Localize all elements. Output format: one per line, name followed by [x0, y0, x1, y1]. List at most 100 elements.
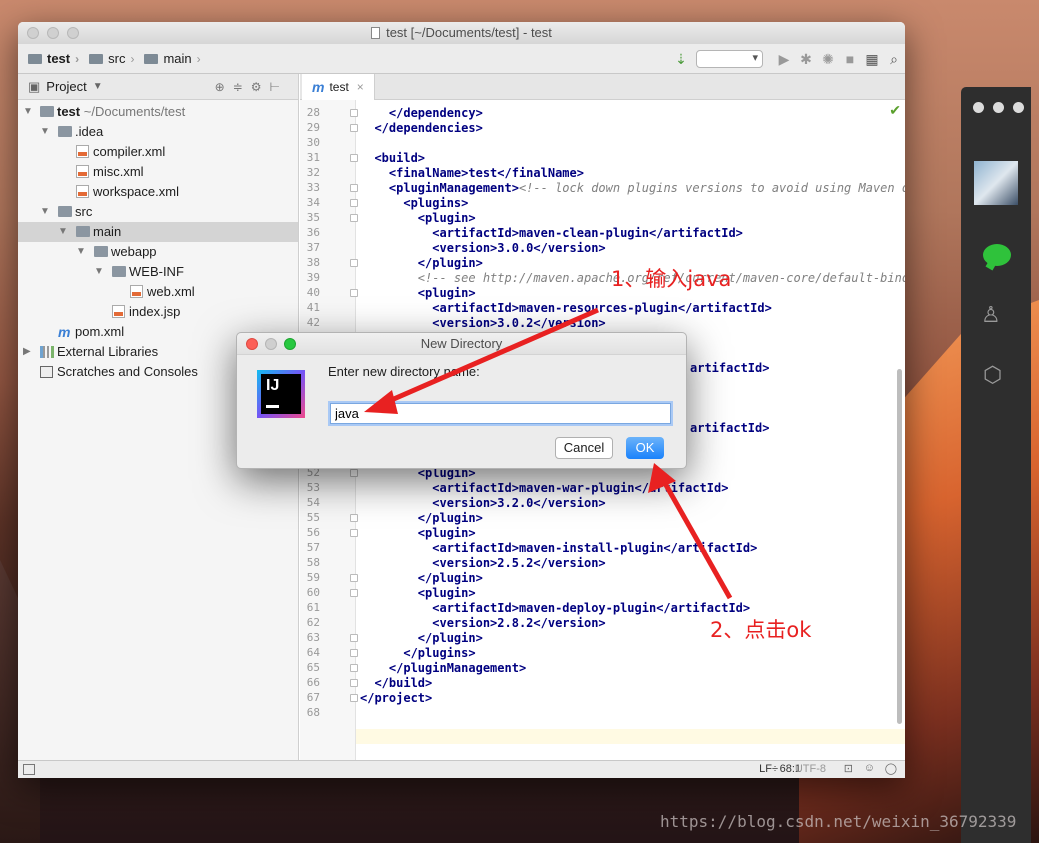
- dialog-zoom-button[interactable]: [284, 338, 296, 350]
- tree-item-web-inf[interactable]: ▼ WEB-INF: [18, 262, 298, 282]
- fold-marker-icon[interactable]: [350, 649, 358, 657]
- maven-icon: m: [58, 324, 71, 340]
- event-log-icon[interactable]: ◯: [885, 762, 897, 775]
- line-number: 33: [306, 181, 320, 194]
- tree-item-label: compiler.xml: [93, 144, 166, 159]
- tree-item-index-jsp[interactable]: index.jsp: [18, 302, 298, 322]
- favorites-icon[interactable]: ⬡: [983, 362, 1002, 388]
- tree-item-misc-xml[interactable]: misc.xml: [18, 162, 298, 182]
- chevron-right-icon[interactable]: ▶: [23, 342, 31, 362]
- cancel-button[interactable]: Cancel: [555, 437, 613, 459]
- tree-item-test[interactable]: ▼ test ~/Documents/test: [18, 102, 298, 122]
- fold-marker-icon[interactable]: [350, 214, 358, 222]
- lock-icon[interactable]: ⊡: [844, 762, 853, 775]
- editor-tab-bar: m test ×: [300, 74, 905, 100]
- fold-marker-icon[interactable]: [350, 259, 358, 267]
- fold-marker-icon[interactable]: [350, 679, 358, 687]
- tree-item-idea[interactable]: ▼ .idea: [18, 122, 298, 142]
- breadcrumb-test[interactable]: test ›: [28, 51, 79, 66]
- tab-label: test: [329, 80, 349, 94]
- code-line: </dependency>: [360, 106, 483, 120]
- fold-marker-icon[interactable]: [350, 124, 358, 132]
- close-icon[interactable]: ×: [357, 80, 364, 94]
- fold-marker-icon[interactable]: [350, 469, 358, 477]
- debug-icon[interactable]: ✱: [795, 51, 817, 68]
- code-line: </plugins>: [360, 646, 476, 660]
- chevron-down-icon[interactable]: ▼: [58, 222, 68, 242]
- directory-name-input[interactable]: [330, 403, 671, 424]
- run-icon[interactable]: ▶: [773, 51, 795, 68]
- project-view-icon: ▣: [28, 78, 41, 94]
- minimize-window-button[interactable]: [47, 27, 59, 39]
- close-window-button[interactable]: [27, 27, 39, 39]
- code-tag: <pluginManagement>: [360, 181, 519, 195]
- fold-marker-icon[interactable]: [350, 574, 358, 582]
- tool-windows-icon[interactable]: [23, 764, 35, 775]
- navigation-bar: test› src› main› ⇣ ▶ ✱ ✺ ■ ▦ ⌕: [18, 44, 905, 74]
- line-number: 41: [306, 301, 320, 314]
- xml-file-icon: [130, 285, 143, 298]
- avatar[interactable]: [974, 161, 1018, 205]
- run-configuration-select[interactable]: [696, 50, 763, 68]
- tree-item-main[interactable]: ▼ main: [18, 222, 298, 242]
- code-comment: <!-- lock down plugins versions to avoid…: [518, 181, 905, 195]
- fold-marker-icon[interactable]: [350, 154, 358, 162]
- chevron-down-icon[interactable]: ▼: [23, 102, 33, 122]
- fold-marker-icon[interactable]: [350, 529, 358, 537]
- ok-button[interactable]: OK: [626, 437, 664, 459]
- logo-text: IJ: [261, 374, 301, 414]
- fold-marker-icon[interactable]: [350, 634, 358, 642]
- editor-scrollbar[interactable]: [897, 369, 902, 724]
- inspector-icon[interactable]: ☺: [864, 762, 875, 774]
- chevron-down-icon[interactable]: ▼: [94, 262, 104, 282]
- project-panel-title[interactable]: Project: [46, 79, 86, 94]
- stop-icon[interactable]: ■: [839, 51, 861, 67]
- code-line: <plugin>: [360, 211, 476, 225]
- folder-icon: [28, 53, 42, 64]
- fold-marker-icon[interactable]: [350, 694, 358, 702]
- dialog-minimize-button: [265, 338, 277, 350]
- fold-marker-icon[interactable]: [350, 589, 358, 597]
- fold-marker-icon[interactable]: [350, 664, 358, 672]
- dialog-title: New Directory: [420, 336, 503, 351]
- tree-item-webapp[interactable]: ▼ webapp: [18, 242, 298, 262]
- tree-item-workspace-xml[interactable]: workspace.xml: [18, 182, 298, 202]
- tab-pom-xml[interactable]: m test ×: [302, 74, 375, 100]
- panel-actions[interactable]: ⊕≑⚙⊢: [215, 80, 288, 94]
- code-line: </plugin>: [360, 571, 483, 585]
- zoom-window-button[interactable]: [67, 27, 79, 39]
- code-line: artifactId>: [690, 421, 770, 435]
- code-line: </plugin>: [360, 256, 483, 270]
- chevron-right-icon: ›: [196, 51, 201, 66]
- tree-item-src[interactable]: ▼ src: [18, 202, 298, 222]
- project-structure-icon[interactable]: ▦: [861, 51, 883, 68]
- tree-item-web-xml[interactable]: web.xml: [18, 282, 298, 302]
- code-line: </dependencies>: [360, 121, 483, 135]
- tree-item-compiler-xml[interactable]: compiler.xml: [18, 142, 298, 162]
- wechat-sidebar: ♙ ⬡: [961, 87, 1031, 843]
- chat-icon[interactable]: [983, 244, 1011, 266]
- search-icon[interactable]: ⌕: [883, 51, 905, 68]
- inspection-ok-icon[interactable]: ✔: [889, 102, 901, 119]
- file-encoding[interactable]: UTF-8: [795, 763, 826, 775]
- build-icon[interactable]: ⇣: [670, 51, 692, 68]
- fold-marker-icon[interactable]: [350, 514, 358, 522]
- tree-item-path: ~/Documents/test: [83, 104, 186, 119]
- fold-marker-icon[interactable]: [350, 199, 358, 207]
- coverage-icon[interactable]: ✺: [817, 51, 839, 68]
- chevron-down-icon[interactable]: ▼: [40, 122, 50, 142]
- chevron-down-icon[interactable]: ▼: [93, 81, 103, 92]
- breadcrumb-main[interactable]: main ›: [144, 51, 201, 66]
- line-number: 42: [306, 316, 320, 329]
- fold-marker-icon[interactable]: [350, 184, 358, 192]
- chevron-down-icon[interactable]: ▼: [76, 242, 86, 262]
- contacts-icon[interactable]: ♙: [981, 302, 1001, 328]
- code-line: <artifactId>maven-resources-plugin</arti…: [360, 301, 772, 315]
- breadcrumb-src[interactable]: src ›: [89, 51, 134, 66]
- dialog-close-button[interactable]: [246, 338, 258, 350]
- fold-marker-icon[interactable]: [350, 289, 358, 297]
- line-separator[interactable]: LF÷: [759, 763, 778, 775]
- fold-marker-icon[interactable]: [350, 109, 358, 117]
- new-directory-dialog: New Directory IJ Enter new directory nam…: [236, 332, 687, 469]
- chevron-down-icon[interactable]: ▼: [40, 202, 50, 222]
